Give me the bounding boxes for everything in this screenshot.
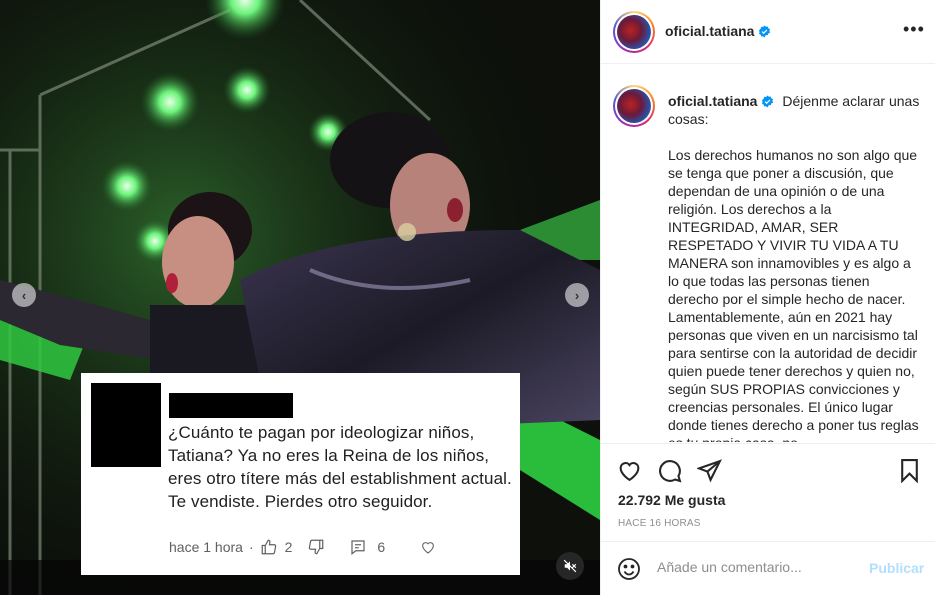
caption-text: Los derechos humanos no son algo que se …	[668, 147, 919, 442]
paper-plane-icon	[696, 459, 722, 483]
add-comment-bar: Publicar	[601, 541, 935, 595]
smiley-icon	[618, 558, 640, 580]
overlay-comment-time: hace 1 hora	[169, 539, 243, 555]
overlay-comment-meta: hace 1 hora · 2 6	[169, 538, 436, 556]
post-timestamp[interactable]: HACE 16 HORAS	[618, 518, 701, 529]
thumbs-up-icon	[260, 538, 278, 556]
post-side-panel: oficial.tatiana ••• oficial.tatiana Déje…	[600, 0, 935, 595]
redacted-username	[169, 393, 293, 418]
comment-button[interactable]	[657, 458, 682, 488]
caption-author-avatar[interactable]	[613, 85, 655, 127]
thumbs-down-icon	[307, 538, 325, 556]
share-button[interactable]	[696, 458, 722, 488]
overlay-like-count: 2	[284, 539, 293, 555]
caption-username[interactable]: oficial.tatiana	[668, 93, 757, 109]
redacted-avatar	[91, 383, 161, 467]
mute-toggle-button[interactable]	[556, 552, 584, 580]
author-username-link[interactable]: oficial.tatiana	[665, 23, 771, 39]
like-button[interactable]	[617, 458, 642, 488]
publish-comment-button[interactable]: Publicar	[869, 560, 924, 576]
next-media-arrow[interactable]: ›	[565, 283, 589, 307]
verified-badge-icon	[762, 95, 774, 108]
comment-screenshot-overlay: ¿Cuánto te pagan por ideologizar niños, …	[81, 373, 520, 575]
bookmark-icon	[901, 459, 918, 484]
reply-icon	[349, 538, 367, 556]
post-media[interactable]: ‹ › ¿Cuánto te pagan por ideologizar niñ…	[0, 0, 600, 595]
emoji-button[interactable]	[617, 557, 641, 586]
post-header: oficial.tatiana •••	[601, 0, 935, 64]
comment-input[interactable]	[657, 559, 857, 575]
speaker-muted-icon	[563, 559, 577, 573]
overlay-comment-text: ¿Cuánto te pagan por ideologizar niños, …	[168, 423, 512, 511]
save-button[interactable]	[897, 458, 922, 488]
author-avatar[interactable]	[613, 11, 655, 53]
username-text: oficial.tatiana	[665, 23, 755, 39]
more-options-icon[interactable]: •••	[903, 20, 925, 38]
post-actions-section: 22.792 Me gusta HACE 16 HORAS Publicar	[601, 443, 935, 595]
caption-scroll-area[interactable]: oficial.tatiana Déjenme aclarar unas cos…	[601, 64, 935, 442]
previous-media-arrow[interactable]: ‹	[12, 283, 36, 307]
heart-icon	[619, 462, 640, 482]
verified-badge-icon	[759, 25, 771, 38]
caption-header: oficial.tatiana Déjenme aclarar unas cos…	[668, 92, 922, 128]
likes-count[interactable]: 22.792 Me gusta	[618, 492, 725, 508]
overlay-reply-count: 6	[377, 539, 386, 555]
comment-bubble-icon	[659, 460, 682, 483]
heart-outline-icon	[420, 539, 436, 555]
dot-separator: ·	[248, 539, 254, 555]
